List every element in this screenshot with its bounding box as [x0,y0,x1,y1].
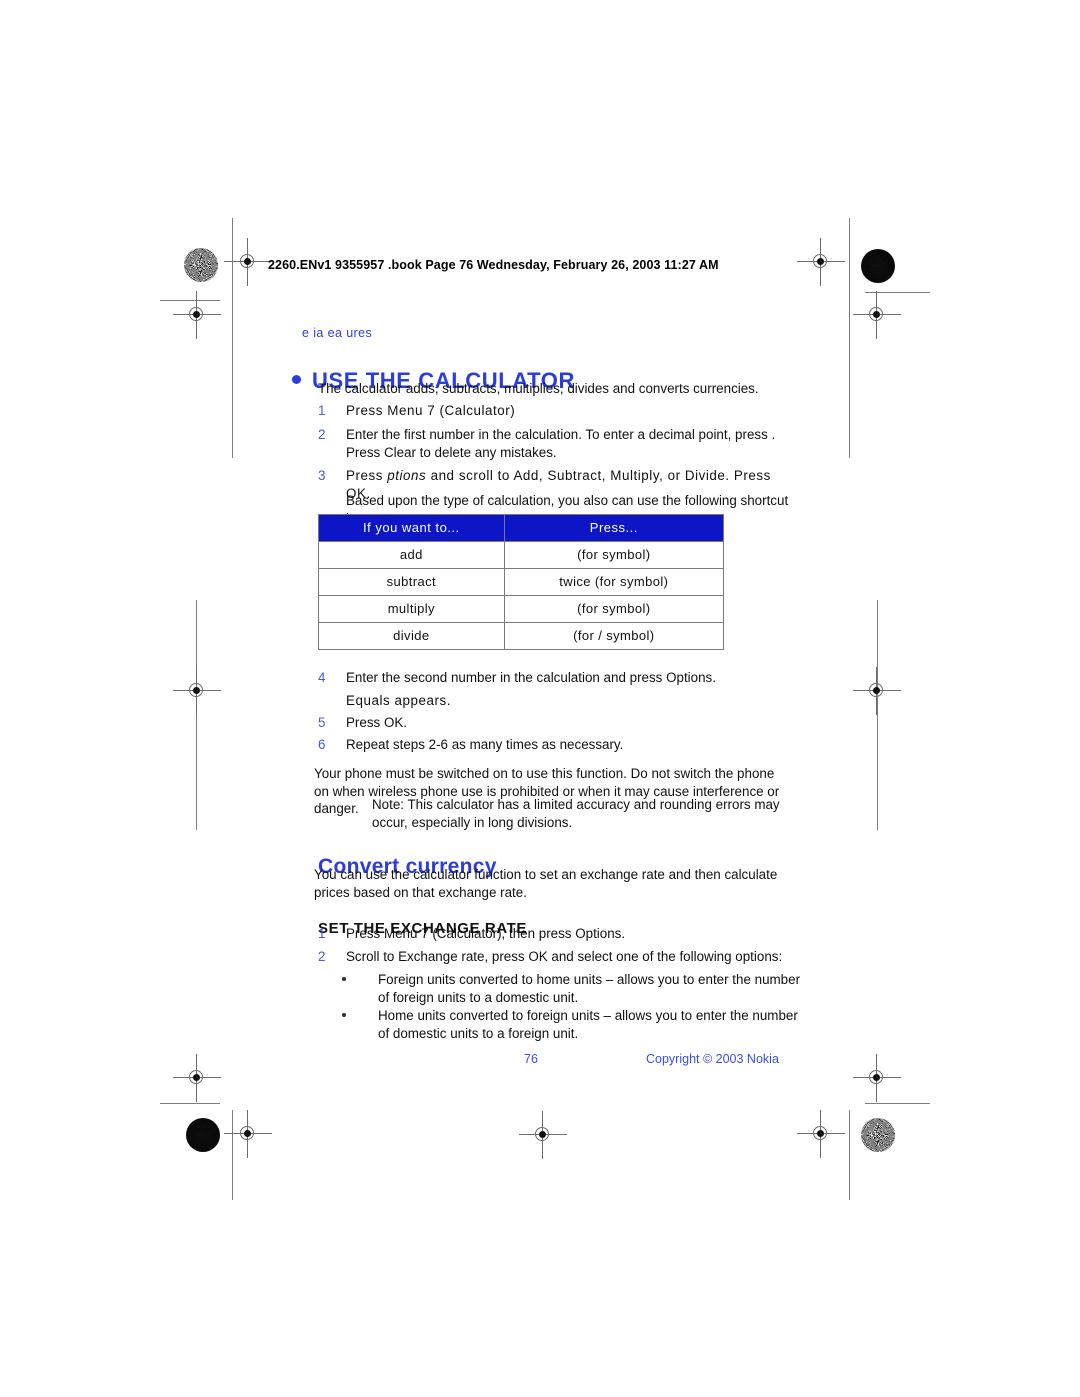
running-header: e ia ea ures [302,326,373,340]
step-text-italic: ptions [387,468,427,483]
table-row: multiply (for symbol) [318,595,725,623]
document-page: e ia ea ures USE THE CALCULATOR The calc… [0,0,1080,1397]
step-text: Scroll to Exchange rate, press OK and se… [346,949,783,964]
step-number: 3 [318,468,326,483]
list-item-continuation: Equals appears. [318,692,798,710]
step-text: Equals appears. [346,693,452,708]
shortcut-keys-table: If you want to... Press... add (for symb… [318,514,725,650]
bullet-icon [342,977,346,981]
table-cell-press: twice (for symbol) [503,568,725,596]
table-cell-action: add [318,541,505,569]
list-item: 1 Press Menu 7 (Calculator), then press … [318,925,798,943]
table-row: subtract twice (for symbol) [318,568,725,596]
table-cell-action: multiply [318,595,505,623]
list-item: 6 Repeat steps 2-6 as many times as nece… [318,736,798,754]
list-item: 1 Press Menu 7 (Calculator) [318,402,798,420]
option-text: Home units converted to foreign units – … [378,1008,798,1041]
step-number: 4 [318,670,326,685]
step-number: 6 [318,737,326,752]
list-item: 5 Press OK. [318,714,798,732]
table-header-if-you-want-to: If you want to... [318,514,505,542]
step-text: Press OK. [346,715,408,730]
table-header-row: If you want to... Press... [318,514,725,542]
step-text: Repeat steps 2-6 as many times as necess… [346,737,624,752]
option-text: Foreign units converted to home units – … [378,972,801,1005]
list-item: 4 Enter the second number in the calcula… [318,669,798,687]
step-number: 2 [318,427,326,442]
bullet-icon [342,1013,346,1017]
list-item-option: Home units converted to foreign units – … [342,1007,802,1042]
convert-currency-intro: You can use the calculator function to s… [314,867,778,900]
note-paragraph: Note: This calculator has a limited accu… [372,797,780,830]
step-number: 2 [318,949,326,964]
table-row: divide (for / symbol) [318,622,725,650]
step-text: Press Menu 7 (Calculator), then press Op… [346,926,626,941]
table-row: add (for symbol) [318,541,725,569]
table-cell-action: subtract [318,568,505,596]
table-cell-press: (for symbol) [503,595,725,623]
table-cell-press: (for symbol) [503,541,725,569]
section-intro: The calculator adds, subtracts, multipli… [318,381,759,396]
table-cell-press: (for / symbol) [503,622,725,650]
table-header-press: Press... [503,514,725,542]
step-number: 5 [318,715,326,730]
title-bullet-icon [292,374,301,384]
step-text: Press Menu 7 (Calculator) [346,403,516,418]
list-item: 2 Enter the first number in the calculat… [318,426,798,461]
table-cell-action: divide [318,622,505,650]
page-number: 76 [524,1052,538,1066]
step-number: 1 [318,403,326,418]
copyright-notice: Copyright © 2003 Nokia [646,1052,779,1066]
step-text: Enter the first number in the calculatio… [346,427,776,460]
step-text-before: Press [346,468,388,483]
step-text: Enter the second number in the calculati… [346,670,716,685]
step-number: 1 [318,926,326,941]
list-item: 2 Scroll to Exchange rate, press OK and … [318,948,798,966]
list-item-option: Foreign units converted to home units – … [342,971,802,1006]
